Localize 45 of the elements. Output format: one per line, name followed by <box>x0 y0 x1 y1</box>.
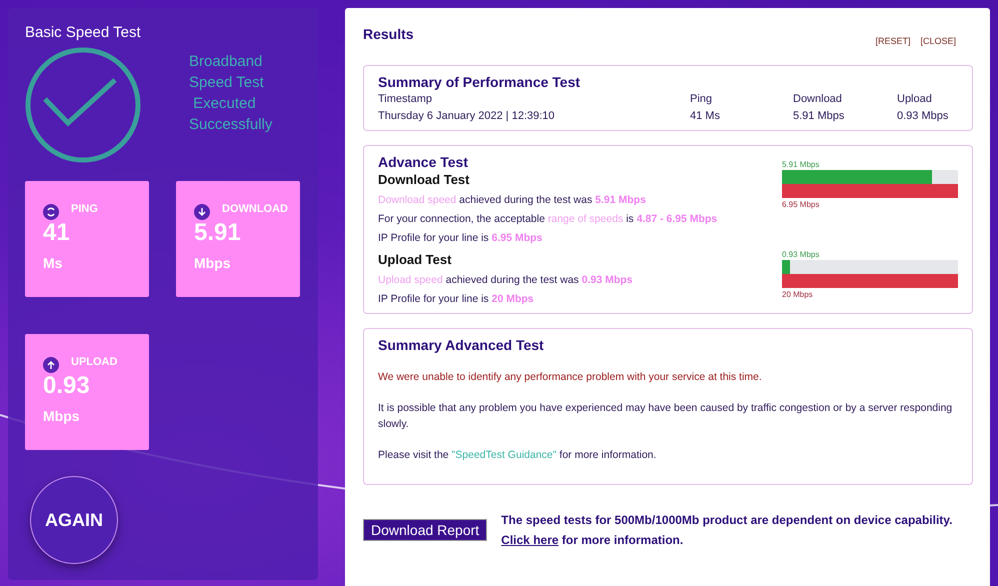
guidance-text: Please visit the "SpeedTest Guidance" for more information. <box>378 448 658 463</box>
refresh-icon <box>43 204 59 220</box>
again-button[interactable]: AGAIN <box>30 476 118 564</box>
metric-unit: Ms <box>43 255 64 271</box>
action-link[interactable]: [RESET] <box>875 36 910 46</box>
table-cell-text: 0.93 Mbps <box>897 110 950 122</box>
measured-label: 0.93 Mbps <box>782 250 820 259</box>
card-title: Advance Test <box>378 154 468 170</box>
measured-label: 5.91 Mbps <box>782 160 820 169</box>
profile-label: 6.95 Mbps <box>782 200 820 209</box>
capability-note: The speed tests for 500Mb/1000Mb product are dependent on device capability. Click here for more information. <box>501 512 952 549</box>
column-header: Upload <box>897 93 933 105</box>
metric-unit: Mbps <box>194 255 232 271</box>
column-header: Download <box>793 93 843 105</box>
result-sentence: For your connection, the acceptable range of speeds is 4.87 - 6.95 Mbps <box>378 213 718 225</box>
profile-label: 20 Mbps <box>782 290 814 299</box>
column-header: Ping <box>690 93 714 105</box>
card-title: Summary Advanced Test <box>378 337 544 353</box>
result-sentence: Download speed achieved during the test was 5.91 Mbps <box>378 194 647 206</box>
column-header: Timestamp <box>378 93 433 105</box>
test-title: Download Test <box>378 172 470 187</box>
metric-value: 0.93 <box>43 373 91 399</box>
table-cell-text: 41 Ms <box>690 110 721 122</box>
result-sentence: IP Profile for your line is 6.95 Mbps <box>378 232 544 244</box>
table-cell-text: 5.91 Mbps <box>793 110 846 122</box>
metric-label: PING <box>71 203 98 215</box>
metric-label: UPLOAD <box>71 356 118 368</box>
test-title: Upload Test <box>378 252 452 267</box>
metric-value: 41 <box>43 220 71 246</box>
panel-title: Basic Speed Test <box>25 24 142 41</box>
card-title: Summary of Performance Test <box>378 74 580 90</box>
result-sentence: IP Profile for your line is 20 Mbps <box>378 293 535 305</box>
metric-unit: Mbps <box>43 408 81 424</box>
status-message: Broadband Speed Test Executed Successfully <box>189 52 272 135</box>
warning-text: We were unable to identify any performance problem with your service at this time. <box>378 370 763 385</box>
download-report-button[interactable]: Download Report <box>363 519 488 541</box>
metric-label: DOWNLOAD <box>222 203 288 215</box>
metric-value: 5.91 <box>194 220 242 246</box>
table-cell-text: Thursday 6 January 2022 | 12:39:10 <box>378 110 556 122</box>
check-circle-icon <box>25 47 141 163</box>
click-here-link[interactable]: Click here <box>501 533 559 547</box>
note-text: It is possible that any problem you have experienced may have been caused by traffic congestion or by a server responding slowly. <box>378 401 954 432</box>
action-link[interactable]: [CLOSE] <box>920 36 956 46</box>
result-sentence: Upload speed achieved during the test was 0.93 Mbps <box>378 274 633 286</box>
results-title: Results <box>363 26 414 44</box>
